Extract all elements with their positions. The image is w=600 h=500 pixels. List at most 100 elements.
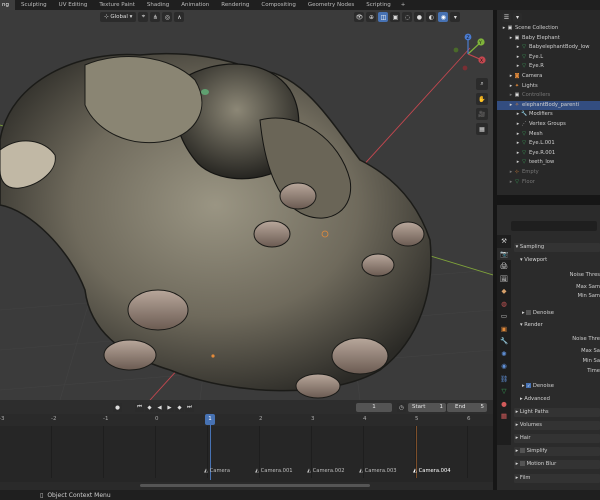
next-keyframe-icon[interactable]: ◆: [175, 403, 184, 412]
outliner-filter-icon[interactable]: ▾: [513, 12, 522, 22]
timeline-scrollbar-thumb[interactable]: [140, 484, 370, 487]
snap-icon[interactable]: ⋔: [150, 12, 161, 22]
tab-texture-paint[interactable]: Texture Paint: [93, 0, 141, 10]
playhead-handle[interactable]: 1: [205, 414, 215, 425]
jump-start-icon[interactable]: ⏮: [135, 403, 144, 412]
simplify-checkbox[interactable]: [519, 448, 525, 453]
outliner-row[interactable]: ▸ 🔧 Modifiers: [497, 110, 600, 120]
pan-icon[interactable]: ✋: [476, 93, 488, 105]
visibility-icon[interactable]: 👁: [354, 12, 365, 22]
outliner-row[interactable]: ▸ ✦ Lights: [497, 82, 600, 92]
outliner[interactable]: ☰ ▾ ▸ ▣ Scene Collection ▸ ▣ Baby Elephant ▸ ▽ B…: [497, 10, 600, 195]
proportional-editing-icon[interactable]: ◎: [162, 12, 173, 22]
light-paths-panel[interactable]: ▸ Light Paths: [514, 408, 600, 417]
outliner-row[interactable]: ▸ ▽ teeth_low: [497, 158, 600, 168]
viewport-denoise-row[interactable]: ▸ Denoise: [522, 309, 600, 318]
grid-view-icon[interactable]: ▦: [476, 123, 488, 135]
timeline-marker[interactable]: ◭ Camera.004: [413, 468, 451, 474]
add-workspace-button[interactable]: +: [397, 0, 410, 10]
object-tab-icon[interactable]: ▣: [497, 323, 511, 336]
preview-range-icon[interactable]: ◷: [397, 403, 406, 412]
tab-scripting[interactable]: Scripting: [360, 0, 396, 10]
area-divider-h[interactable]: [497, 195, 600, 205]
outliner-row[interactable]: ▸ ◙ Camera: [497, 72, 600, 82]
outliner-row[interactable]: ▸ ▣ Scene Collection: [497, 24, 600, 34]
current-frame-field[interactable]: 1: [356, 403, 392, 412]
view-layer-tab-icon[interactable]: 🖼: [497, 273, 511, 286]
outliner-row[interactable]: ▸ ▣ Baby Elephant: [497, 34, 600, 44]
prev-keyframe-icon[interactable]: ◆: [145, 403, 154, 412]
shading-options-icon[interactable]: ▾: [450, 12, 461, 22]
material-shading-icon[interactable]: ◐: [426, 12, 437, 22]
zoom-icon[interactable]: ⌕: [476, 78, 488, 90]
outliner-display-mode-icon[interactable]: ☰: [502, 12, 511, 22]
orientation-dropdown[interactable]: ⊹ Global ▾: [100, 12, 137, 22]
tab-sculpting[interactable]: ng: [0, 0, 15, 10]
tab-rendering[interactable]: Rendering: [215, 0, 255, 10]
timeline-marker[interactable]: ◭ Camera: [204, 468, 230, 474]
overlays-icon[interactable]: ◫: [378, 12, 389, 22]
outliner-row[interactable]: ▸ ▽ Eye.R.001: [497, 149, 600, 159]
xray-icon[interactable]: ▣: [390, 12, 401, 22]
advanced-subpanel[interactable]: ▸ Advanced: [520, 395, 600, 404]
play-reverse-icon[interactable]: ◀: [155, 403, 164, 412]
render-denoise-checkbox[interactable]: ✓: [526, 383, 532, 388]
tab-animation[interactable]: Animation: [175, 0, 215, 10]
solid-shading-icon[interactable]: ●: [414, 12, 425, 22]
timeline[interactable]: ● ⏮ ◆ ◀ ▶ ◆ ⏭ 1 ◷ Start 1 End 5 -3 -2 -1 0 1 2 3…: [0, 400, 493, 490]
outliner-row[interactable]: ▸ ▽ Eye.L.001: [497, 139, 600, 149]
outliner-row[interactable]: ▸ ▣ Controllers: [497, 91, 600, 101]
world-tab-icon[interactable]: ◍: [497, 298, 511, 311]
timeline-scrollbar[interactable]: [0, 482, 493, 490]
wireframe-shading-icon[interactable]: ◌: [402, 12, 413, 22]
hair-panel[interactable]: ▸ Hair: [514, 434, 600, 443]
render-denoise-row[interactable]: ▸ ✓ Denoise: [522, 382, 600, 391]
film-panel[interactable]: ▸ Film: [514, 474, 600, 483]
output-tab-icon[interactable]: 🖨: [497, 260, 511, 273]
viewport-denoise-checkbox[interactable]: [526, 310, 532, 315]
3d-viewport[interactable]: ⊹ Global ▾ ⌖ ⋔ ◎ ∧ 👁 ⊕ ◫ ▣ ◌ ● ◐ ◉ ▾ Y X…: [0, 10, 493, 400]
tab-shading[interactable]: Shading: [141, 0, 175, 10]
tab-uv-editing[interactable]: UV Editing: [53, 0, 94, 10]
camera-view-icon[interactable]: 🎥: [476, 108, 488, 120]
render-subpanel[interactable]: ▾ Render: [520, 321, 600, 330]
render-tab-icon[interactable]: 📷: [497, 247, 511, 260]
tab-sculpting-2[interactable]: Sculpting: [15, 0, 53, 10]
falloff-icon[interactable]: ∧: [174, 12, 185, 22]
outliner-row[interactable]: ▸ ▽ Mesh: [497, 130, 600, 140]
simplify-panel[interactable]: ▸ Simplify: [514, 447, 600, 456]
navigation-gizmo[interactable]: Y X Z: [448, 32, 490, 76]
gizmo-icon[interactable]: ⊕: [366, 12, 377, 22]
rendered-shading-icon[interactable]: ◉: [438, 12, 449, 22]
motion-blur-panel[interactable]: ▸ Motion Blur: [514, 460, 600, 469]
constraints-tab-icon[interactable]: ⛓: [497, 373, 511, 386]
play-icon[interactable]: ▶: [165, 403, 174, 412]
outliner-row[interactable]: ▸ ▽ Eye.R: [497, 62, 600, 72]
pivot-icon[interactable]: ⌖: [138, 12, 149, 22]
material-tab-icon[interactable]: ●: [497, 398, 511, 411]
tab-geometry-nodes[interactable]: Geometry Nodes: [302, 0, 360, 10]
timeline-marker[interactable]: ◭ Camera.002: [307, 468, 345, 474]
tab-compositing[interactable]: Compositing: [255, 0, 301, 10]
timeline-marker[interactable]: ◭ Camera.003: [359, 468, 397, 474]
keyframe-dot-icon[interactable]: ●: [113, 403, 122, 412]
data-tab-icon[interactable]: ▽: [497, 385, 511, 398]
sampling-panel[interactable]: ▾ Sampling: [514, 243, 600, 252]
properties-search-field[interactable]: [511, 221, 597, 231]
end-frame-field[interactable]: End 5: [447, 403, 487, 412]
volumes-panel[interactable]: ▸ Volumes: [514, 421, 600, 430]
scene-tab-icon[interactable]: ◆: [497, 285, 511, 298]
particles-tab-icon[interactable]: ✺: [497, 348, 511, 361]
collection-tab-icon[interactable]: ▭: [497, 310, 511, 323]
start-frame-field[interactable]: Start 1: [408, 403, 446, 412]
modifier-tab-icon[interactable]: 🔧: [497, 335, 511, 348]
outliner-row[interactable]: ▸ ▽ BabyelephantBody_low: [497, 43, 600, 53]
texture-tab-icon[interactable]: ▦: [497, 410, 511, 423]
outliner-row[interactable]: ▸ ▽ Floor: [497, 178, 600, 188]
physics-tab-icon[interactable]: ◉: [497, 360, 511, 373]
timeline-marker[interactable]: ◭ Camera.001: [255, 468, 293, 474]
tool-tab-icon[interactable]: ⚒: [497, 235, 511, 248]
viewport-subpanel[interactable]: ▾ Viewport: [520, 256, 600, 265]
jump-end-icon[interactable]: ⏭: [185, 403, 194, 412]
outliner-row[interactable]: ▸ ⊹ Empty: [497, 168, 600, 178]
